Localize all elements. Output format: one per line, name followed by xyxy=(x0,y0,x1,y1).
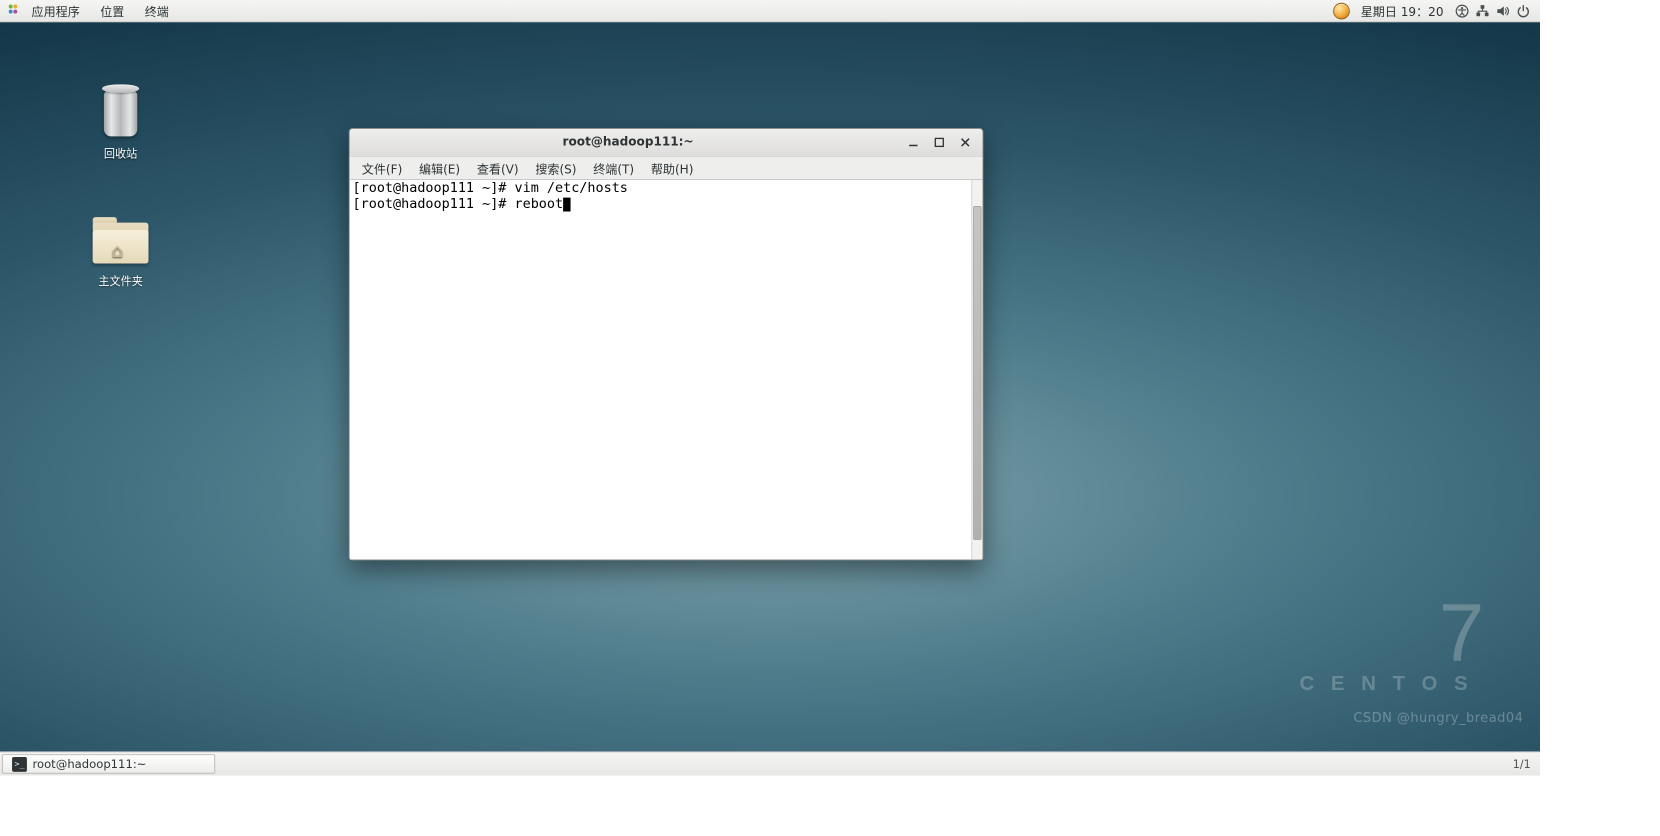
network-icon[interactable] xyxy=(1475,3,1490,18)
folder-home-icon: ⌂ xyxy=(89,217,152,267)
menu-help[interactable]: 帮助(H) xyxy=(642,156,701,179)
accessibility-icon[interactable] xyxy=(1455,3,1470,18)
terminal-menubar: 文件(F) 编辑(E) 查看(V) 搜索(S) 终端(T) 帮助(H) xyxy=(350,157,983,180)
terminal-task-icon: >_ xyxy=(12,757,27,772)
trash-icon xyxy=(96,83,146,141)
menu-places[interactable]: 位置 xyxy=(91,0,134,22)
centos-word: CENTOS xyxy=(1299,672,1484,696)
terminal-cursor xyxy=(563,198,570,212)
clock[interactable]: 星期日 19：20 xyxy=(1355,2,1449,20)
window-title: root@hadoop111:~ xyxy=(355,135,900,149)
menu-view[interactable]: 查看(V) xyxy=(468,156,526,179)
menu-file[interactable]: 文件(F) xyxy=(353,156,410,179)
centos-version: 7 xyxy=(1299,599,1484,668)
trash-label: 回收站 xyxy=(79,146,162,162)
home-desktop-icon[interactable]: ⌂ 主文件夹 xyxy=(79,217,162,288)
window-controls xyxy=(901,136,977,149)
window-titlebar[interactable]: root@hadoop111:~ xyxy=(350,129,983,157)
terminal-content[interactable]: [root@hadoop111 ~]# vim /etc/hosts [root… xyxy=(350,180,983,559)
taskbar-item-terminal[interactable]: >_ root@hadoop111:~ xyxy=(2,754,215,773)
menu-search[interactable]: 搜索(S) xyxy=(527,156,585,179)
scrollbar-thumb[interactable] xyxy=(973,206,981,540)
minimize-button[interactable] xyxy=(906,136,919,149)
watermark: CSDN @hungry_bread04 xyxy=(1353,711,1523,726)
applications-icon xyxy=(6,1,21,20)
trash-desktop-icon[interactable]: 回收站 xyxy=(79,83,162,162)
terminal-scrollbar[interactable] xyxy=(971,180,982,559)
home-label: 主文件夹 xyxy=(79,273,162,289)
terminal-window[interactable]: root@hadoop111:~ 文件(F) 编辑(E) 查看(V) 搜索(S)… xyxy=(349,128,984,560)
terminal-line: [root@hadoop111 ~]# vim /etc/hosts xyxy=(353,181,628,196)
top-panel-right: 星期日 19：20 xyxy=(1333,2,1535,20)
update-notifier-icon[interactable] xyxy=(1333,2,1350,19)
menu-edit[interactable]: 编辑(E) xyxy=(411,156,469,179)
menu-terminal[interactable]: 终端 xyxy=(135,0,178,22)
desktop[interactable]: 回收站 ⌂ 主文件夹 7 CENTOS CSDN @hungry_bread04… xyxy=(0,22,1540,751)
terminal-line: [root@hadoop111 ~]# reboot xyxy=(353,197,564,212)
menu-terminal[interactable]: 终端(T) xyxy=(585,156,643,179)
power-icon[interactable] xyxy=(1516,3,1531,18)
top-panel: 应用程序 位置 终端 星期日 19：20 xyxy=(0,0,1540,22)
taskbar-item-label: root@hadoop111:~ xyxy=(32,757,146,771)
maximize-button[interactable] xyxy=(932,136,945,149)
centos-brand: 7 CENTOS xyxy=(1299,599,1484,696)
menu-applications[interactable]: 应用程序 xyxy=(22,0,89,22)
workspace-switcher[interactable]: 1/1 xyxy=(1513,752,1540,775)
volume-icon[interactable] xyxy=(1495,3,1510,18)
bottom-panel: >_ root@hadoop111:~ 1/1 xyxy=(0,751,1540,775)
close-button[interactable] xyxy=(958,136,971,149)
top-panel-left: 应用程序 位置 终端 xyxy=(6,0,179,22)
